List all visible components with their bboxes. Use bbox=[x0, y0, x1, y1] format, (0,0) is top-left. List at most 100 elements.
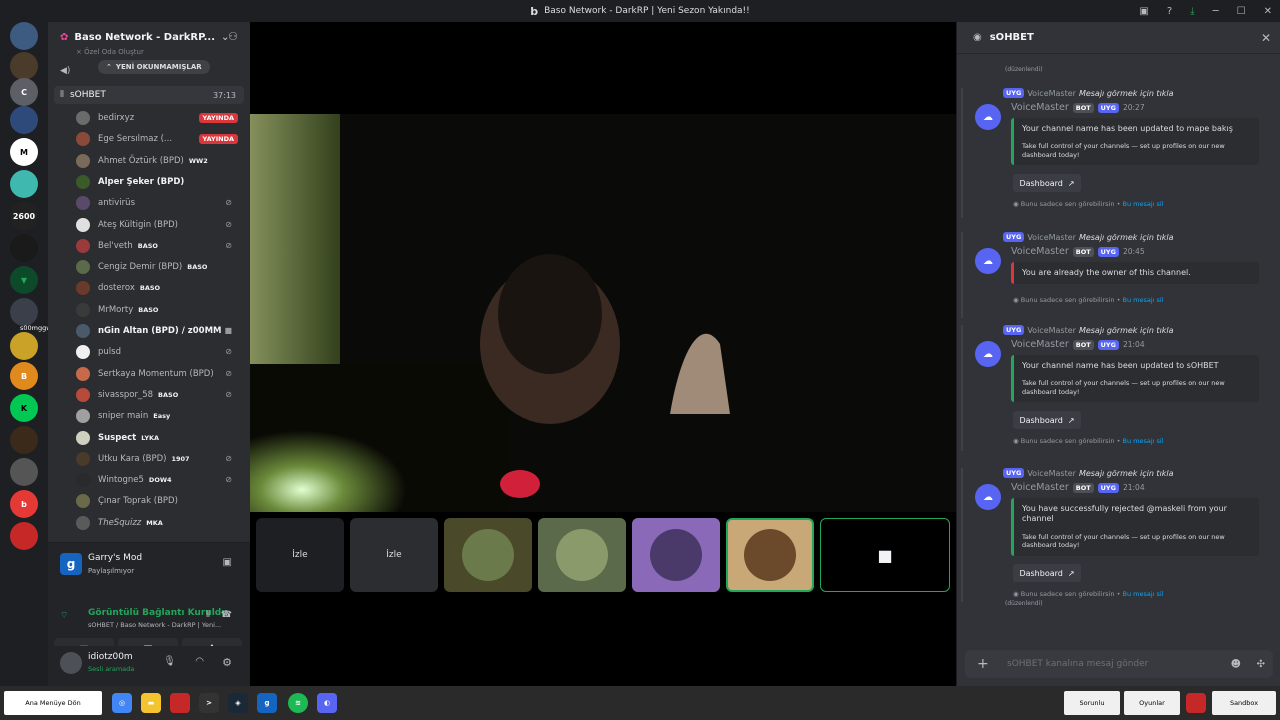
message-author[interactable]: VoiceMaster bbox=[1011, 339, 1069, 350]
close-window-icon[interactable]: ✕ bbox=[1264, 6, 1272, 17]
server-icon-13[interactable]: K bbox=[10, 394, 38, 422]
member-row[interactable]: TheSquizz MKA bbox=[76, 513, 242, 533]
discord-icon[interactable]: ◐ bbox=[317, 693, 337, 713]
server-icon-14[interactable] bbox=[10, 426, 38, 454]
invite-icon[interactable]: ⚇ bbox=[228, 30, 238, 43]
tile-watch-1[interactable]: İzle bbox=[256, 518, 344, 592]
message-author[interactable]: VoiceMaster bbox=[1011, 246, 1069, 257]
chat-message[interactable]: UYG VoiceMaster Mesajı görmek için tıkla ☁ V… bbox=[961, 232, 1277, 318]
folder-icon[interactable]: ▬ bbox=[141, 693, 161, 713]
member-row[interactable]: Ateş Kültigin (BPD) ⊘ bbox=[76, 215, 242, 235]
member-row[interactable]: Ege Sersılmaz (... YAYINDA bbox=[76, 129, 242, 149]
username[interactable]: idiotz00m bbox=[88, 652, 133, 662]
minimize-icon[interactable]: ─ bbox=[1213, 6, 1219, 17]
gmod-taskbar-icon[interactable]: g bbox=[257, 693, 277, 713]
bot-avatar[interactable]: ☁ bbox=[975, 104, 1001, 130]
steam-icon[interactable]: ◈ bbox=[228, 693, 248, 713]
server-icon-17[interactable] bbox=[10, 522, 38, 550]
avatar[interactable] bbox=[60, 652, 82, 674]
member-row[interactable]: Bel'veth BASO ⊘ bbox=[76, 236, 242, 256]
member-row[interactable]: Utku Kara (BPD) 1907 ⊘ bbox=[76, 449, 242, 469]
microphone-icon[interactable]: 🎙 bbox=[163, 656, 176, 667]
tile-participant-4[interactable] bbox=[726, 518, 814, 592]
member-row[interactable]: Alper Şeker (BPD) bbox=[76, 172, 242, 192]
prev-channel-label[interactable]: × Özel Oda Oluştur bbox=[76, 48, 144, 56]
chat-message[interactable]: UYG VoiceMaster Mesajı görmek için tıkla ☁ V… bbox=[961, 88, 1277, 218]
start-menu-button[interactable]: Ana Menüye Dön bbox=[4, 691, 102, 715]
dismiss-message-link[interactable]: Bu mesajı sil bbox=[1122, 296, 1163, 304]
server-icon-2[interactable] bbox=[10, 52, 38, 80]
reply-preview[interactable]: UYG VoiceMaster Mesajı görmek için tıkla bbox=[1003, 88, 1174, 98]
message-author[interactable]: VoiceMaster bbox=[1011, 102, 1069, 113]
reply-preview[interactable]: UYG VoiceMaster Mesajı görmek için tıkla bbox=[1003, 232, 1174, 242]
member-row[interactable]: sivasspor_58 BASO ⊘ bbox=[76, 385, 242, 405]
app-icon-red[interactable] bbox=[170, 693, 190, 713]
server-icon-5[interactable]: M bbox=[10, 138, 38, 166]
member-row[interactable]: antivirüs ⊘ bbox=[76, 193, 242, 213]
chat-message[interactable]: UYG VoiceMaster Mesajı görmek için tıkla ☁ V… bbox=[961, 325, 1277, 451]
taskbar-oyunlar[interactable]: Oyunlar bbox=[1124, 691, 1180, 715]
plus-icon[interactable]: + bbox=[977, 656, 989, 672]
member-row[interactable]: sniper main Easy bbox=[76, 406, 242, 426]
reply-preview[interactable]: UYG VoiceMaster Mesajı görmek için tıkla bbox=[1003, 468, 1174, 478]
member-row[interactable]: Suspect LYKA bbox=[76, 428, 242, 448]
member-row[interactable]: bedirxyz YAYINDA bbox=[76, 108, 242, 128]
server-icon-15[interactable] bbox=[10, 458, 38, 486]
dismiss-message-link[interactable]: Bu mesajı sil bbox=[1122, 437, 1163, 445]
download-icon[interactable]: ⤓ bbox=[1190, 6, 1194, 17]
message-input[interactable]: + sOHBET kanalına mesaj gönder ☻ ✣ bbox=[965, 650, 1273, 678]
member-row[interactable]: pulsd ⊘ bbox=[76, 342, 242, 362]
tile-participant-2[interactable] bbox=[538, 518, 626, 592]
dismiss-message-link[interactable]: Bu mesajı sil bbox=[1122, 200, 1163, 208]
noise-suppression-icon[interactable]: ⦀ bbox=[206, 610, 210, 620]
server-icon-4[interactable] bbox=[10, 106, 38, 134]
close-icon[interactable]: ✕ bbox=[1261, 31, 1271, 45]
chrome-icon[interactable]: ◎ bbox=[112, 693, 132, 713]
tile-participant-3[interactable] bbox=[632, 518, 720, 592]
reply-preview[interactable]: UYG VoiceMaster Mesajı görmek için tıkla bbox=[1003, 325, 1174, 335]
headphones-icon[interactable]: ◠ bbox=[195, 656, 204, 667]
server-icon-11[interactable] bbox=[10, 332, 38, 360]
app-icon-small[interactable] bbox=[1186, 693, 1206, 713]
server-icon-8[interactable] bbox=[10, 234, 38, 262]
member-row[interactable]: Çınar Toprak (BPD) bbox=[76, 491, 242, 511]
stream-video[interactable] bbox=[250, 114, 956, 512]
server-icon-6[interactable] bbox=[10, 170, 38, 198]
taskbar-sorunlu[interactable]: Sorunlu bbox=[1064, 691, 1120, 715]
terminal-icon[interactable]: > bbox=[199, 693, 219, 713]
help-icon[interactable]: ? bbox=[1167, 6, 1172, 17]
stream-game-icon[interactable]: ▣ bbox=[223, 557, 232, 568]
settings-gear-icon[interactable]: ⚙ bbox=[222, 656, 232, 669]
member-row[interactable]: dosterox BASO bbox=[76, 278, 242, 298]
taskbar-sandbox[interactable]: Sandbox bbox=[1212, 691, 1276, 715]
member-row[interactable]: MrMorty BASO bbox=[76, 300, 242, 320]
dashboard-button[interactable]: Dashboard ↗ bbox=[1013, 174, 1081, 192]
member-row[interactable]: Ahmet Öztürk (BPD) WW2 bbox=[76, 151, 242, 171]
bot-avatar[interactable]: ☁ bbox=[975, 248, 1001, 274]
tile-watch-2[interactable]: İzle bbox=[350, 518, 438, 592]
bot-avatar[interactable]: ☁ bbox=[975, 484, 1001, 510]
member-row[interactable]: Sertkaya Momentum (BPD) ⊘ bbox=[76, 364, 242, 384]
chat-message[interactable]: UYG VoiceMaster Mesajı görmek için tıkla ☁ V… bbox=[961, 468, 1277, 602]
tile-participant-1[interactable] bbox=[444, 518, 532, 592]
member-row[interactable]: nGin Altan (BPD) / z00MM ■ bbox=[76, 321, 242, 341]
tile-camera[interactable]: ■ bbox=[820, 518, 950, 592]
member-row[interactable]: Wintogne5 DOW4 ⊘ bbox=[76, 470, 242, 490]
message-author[interactable]: VoiceMaster bbox=[1011, 482, 1069, 493]
server-icon-1[interactable] bbox=[10, 22, 38, 50]
rtc-channel[interactable]: sOHBET / Baso Network - DarkRP | Yeni... bbox=[88, 621, 228, 629]
server-icon-10[interactable] bbox=[10, 298, 38, 326]
server-icon-3[interactable]: C bbox=[10, 78, 38, 106]
server-icon-2600[interactable]: 2600 bbox=[10, 202, 38, 230]
apps-icon[interactable]: ✣ bbox=[1257, 659, 1265, 670]
dashboard-button[interactable]: Dashboard ↗ bbox=[1013, 564, 1081, 582]
inbox-icon[interactable]: ▣ bbox=[1139, 6, 1148, 17]
server-icon-12[interactable]: B bbox=[10, 362, 38, 390]
dashboard-button[interactable]: Dashboard ↗ bbox=[1013, 411, 1081, 429]
spotify-icon[interactable]: ≋ bbox=[288, 693, 308, 713]
emoji-icon[interactable]: ☻ bbox=[1231, 659, 1241, 670]
maximize-icon[interactable]: ☐ bbox=[1237, 6, 1246, 17]
member-row[interactable]: Cengiz Demir (BPD) BASO bbox=[76, 257, 242, 277]
server-icon-9[interactable]: ▼ bbox=[10, 266, 38, 294]
bot-avatar[interactable]: ☁ bbox=[975, 341, 1001, 367]
